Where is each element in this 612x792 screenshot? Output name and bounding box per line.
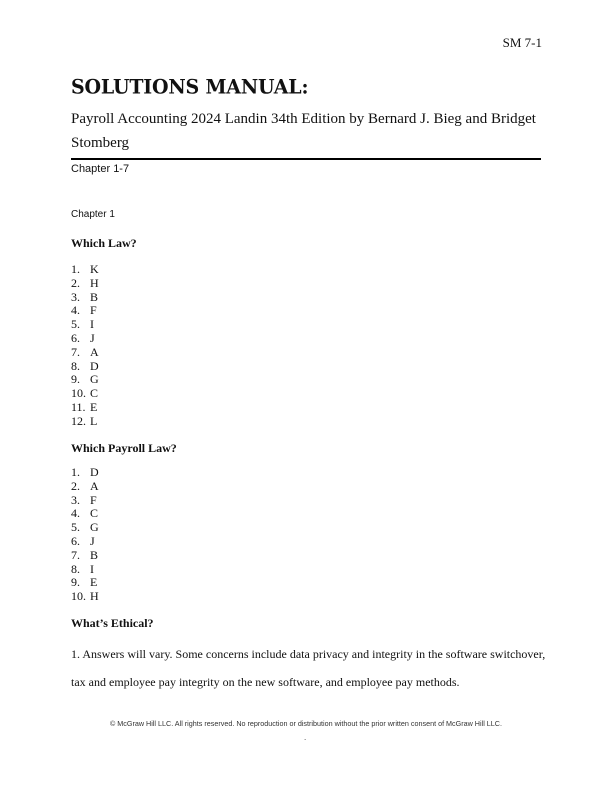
chapter-label: Chapter 1 bbox=[71, 209, 115, 220]
chapter-range: Chapter 1-7 bbox=[71, 163, 130, 175]
list-item: 9. G bbox=[71, 373, 99, 387]
page-number: SM 7-1 bbox=[502, 35, 542, 50]
list-item: 5. I bbox=[71, 317, 99, 332]
item-answer: B bbox=[90, 547, 99, 562]
item-number: 1. bbox=[71, 262, 80, 276]
item-answer: E bbox=[90, 575, 98, 590]
item-number: 1. bbox=[71, 465, 80, 479]
list-item: 11. E bbox=[71, 399, 99, 415]
footer-mark: . bbox=[304, 733, 307, 742]
item-number: 8. bbox=[71, 358, 80, 373]
item-number: 10. bbox=[71, 386, 86, 401]
list-item: 4. F bbox=[71, 304, 99, 318]
list-item: 5. G bbox=[71, 520, 99, 535]
item-answer: D bbox=[90, 358, 99, 373]
document-title: SOLUTIONS MANUAL: bbox=[71, 75, 309, 99]
item-number: 5. bbox=[71, 317, 80, 332]
list-item: 2. H bbox=[71, 275, 99, 291]
item-answer: A bbox=[90, 478, 99, 493]
which-law-answers: 1. K 2. H 3. B 4. F 5. I 6. J 7. A 8. D 9. G 10. C… bbox=[71, 262, 99, 429]
item-number: 10. bbox=[71, 589, 86, 604]
item-answer: B bbox=[90, 289, 99, 304]
item-answer: F bbox=[90, 303, 97, 318]
item-answer: G bbox=[90, 372, 99, 387]
item-answer: K bbox=[90, 262, 99, 276]
list-item: 12. L bbox=[71, 413, 99, 429]
title-divider bbox=[71, 158, 541, 160]
item-number: 2. bbox=[71, 275, 80, 290]
list-item: 10. H bbox=[71, 589, 99, 604]
item-number: 6. bbox=[71, 330, 80, 345]
item-answer: L bbox=[90, 413, 98, 428]
section-heading-whats-ethical: What’s Ethical? bbox=[71, 616, 154, 630]
list-item: 1. D bbox=[71, 465, 99, 480]
list-item: 9. E bbox=[71, 576, 99, 590]
list-item: 8. D bbox=[71, 358, 99, 374]
item-answer: F bbox=[90, 492, 97, 507]
item-answer: H bbox=[90, 589, 99, 604]
item-answer: J bbox=[90, 533, 95, 548]
item-number: 8. bbox=[71, 561, 80, 576]
list-item: 10. C bbox=[71, 386, 99, 401]
item-number: 7. bbox=[71, 344, 80, 359]
ethical-answer-paragraph: 1. Answers will vary. Some concerns incl… bbox=[71, 647, 546, 689]
item-number: 9. bbox=[71, 575, 80, 590]
list-item: 2. A bbox=[71, 478, 99, 494]
list-item: 6. J bbox=[71, 533, 99, 549]
list-item: 6. J bbox=[71, 330, 99, 346]
item-number: 4. bbox=[71, 303, 80, 318]
item-number: 3. bbox=[71, 492, 80, 507]
item-number: 6. bbox=[71, 533, 80, 548]
section-heading-which-payroll-law: Which Payroll Law? bbox=[71, 441, 177, 455]
item-number: 12. bbox=[71, 413, 86, 428]
list-item: 7. A bbox=[71, 344, 99, 360]
item-answer: E bbox=[90, 399, 98, 414]
list-item: 7. B bbox=[71, 547, 99, 563]
item-answer: C bbox=[90, 506, 99, 521]
item-answer: I bbox=[90, 317, 94, 332]
item-answer: J bbox=[90, 330, 95, 345]
document-subtitle: Payroll Accounting 2024 Landin 34th Edit… bbox=[71, 111, 536, 151]
item-number: 11. bbox=[71, 399, 86, 414]
which-payroll-law-answers: 1. D 2. A 3. F 4. C 5. G 6. J 7. B 8. I 9. E 10. H bbox=[71, 465, 99, 604]
list-item: 8. I bbox=[71, 561, 99, 577]
section-heading-which-law: Which Law? bbox=[71, 236, 137, 250]
item-answer: H bbox=[90, 275, 99, 290]
item-number: 5. bbox=[71, 520, 80, 535]
list-item: 4. C bbox=[71, 507, 99, 521]
item-answer: A bbox=[90, 344, 99, 359]
item-answer: I bbox=[90, 561, 94, 576]
copyright-footer: © McGraw Hill LLC. All rights reserved. … bbox=[110, 719, 502, 728]
item-number: 3. bbox=[71, 289, 80, 304]
item-number: 2. bbox=[71, 478, 80, 493]
item-number: 4. bbox=[71, 506, 80, 521]
item-number: 7. bbox=[71, 547, 80, 562]
list-item: 3. B bbox=[71, 289, 99, 305]
item-answer: D bbox=[90, 465, 99, 479]
list-item: 3. F bbox=[71, 492, 99, 508]
item-number: 9. bbox=[71, 372, 80, 387]
list-item: 1. K bbox=[71, 262, 99, 277]
item-answer: C bbox=[90, 386, 99, 401]
item-answer: G bbox=[90, 520, 99, 535]
